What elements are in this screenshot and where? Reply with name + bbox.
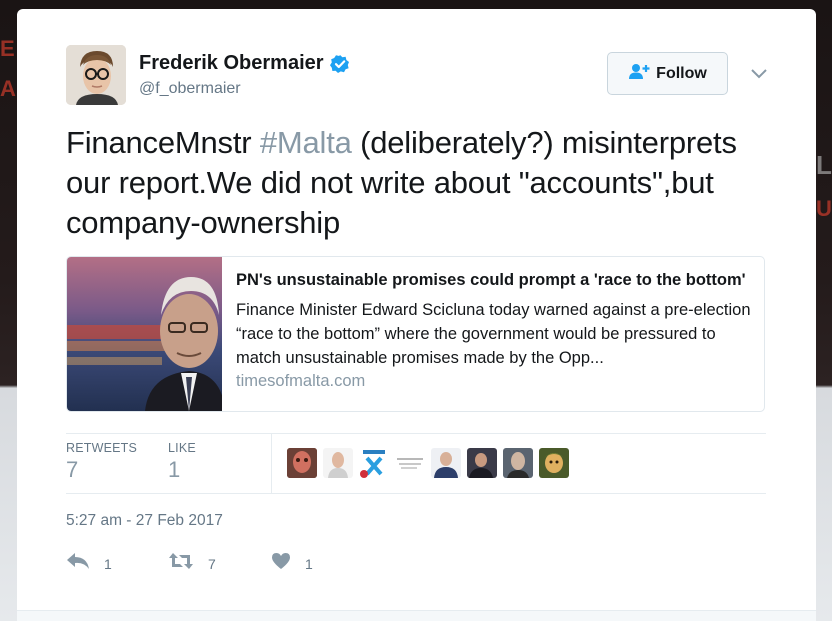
stats-divider-bottom [66, 493, 766, 494]
retweets-stat[interactable]: RETWEETS 7 [66, 441, 137, 483]
retweet-button[interactable]: 7 [168, 552, 216, 575]
link-preview-image [67, 257, 222, 411]
link-preview-description: Finance Minister Edward Scicluna today w… [236, 301, 751, 367]
likes-stat[interactable]: LIKE 1 [168, 441, 196, 483]
liker-avatar[interactable] [539, 448, 569, 478]
heart-icon [271, 552, 291, 575]
retweets-value: 7 [66, 457, 79, 482]
liker-avatar[interactable] [467, 448, 497, 478]
author-display-name[interactable]: Frederik Obermaier [139, 52, 324, 75]
liker-avatar[interactable] [359, 448, 389, 478]
follow-label: Follow [656, 64, 707, 82]
link-preview-card[interactable]: PN's unsustainable promises could prompt… [66, 256, 765, 412]
tweet-text-start: FinanceMnstr [66, 125, 260, 160]
tweet-card: Frederik Obermaier @f_obermaier Follow F… [17, 9, 816, 621]
background-letters-light: L [816, 150, 832, 180]
background-letters-red: U [816, 196, 832, 221]
tweet-text: FinanceMnstr #Malta (deliberately?) misi… [66, 123, 786, 243]
author-handle[interactable]: @f_obermaier [139, 80, 241, 98]
background-letters-red: A [0, 76, 16, 101]
add-user-icon [628, 63, 650, 84]
retweet-count: 7 [208, 555, 216, 572]
reply-count: 1 [104, 555, 112, 572]
reply-button[interactable]: 1 [66, 552, 112, 575]
likes-label: LIKE [168, 441, 196, 455]
stats-vertical-divider [271, 434, 272, 493]
stats-divider-top [66, 433, 766, 434]
link-preview-domain: timesofmalta.com [236, 372, 366, 390]
chevron-down-icon[interactable] [750, 67, 768, 81]
link-preview-title: PN's unsustainable promises could prompt… [236, 271, 746, 289]
hashtag-link[interactable]: #Malta [260, 125, 352, 160]
tweet-timestamp[interactable]: 5:27 am - 27 Feb 2017 [66, 512, 223, 530]
background-letters-red: E [0, 36, 15, 61]
retweets-label: RETWEETS [66, 441, 138, 455]
retweet-icon [168, 552, 194, 575]
verified-badge-icon [329, 54, 350, 74]
reply-icon [66, 552, 90, 575]
like-button[interactable]: 1 [271, 552, 313, 575]
liker-avatar[interactable] [287, 448, 317, 478]
follow-button[interactable]: Follow [607, 52, 728, 95]
liker-avatar[interactable] [431, 448, 461, 478]
like-count: 1 [305, 555, 313, 572]
author-avatar[interactable] [66, 45, 126, 105]
liker-avatar[interactable] [323, 448, 353, 478]
likes-value: 1 [168, 457, 181, 482]
liker-avatar[interactable] [395, 448, 425, 478]
card-footer-strip [17, 610, 816, 621]
author-name-row[interactable]: Frederik Obermaier [139, 52, 350, 75]
liker-avatar[interactable] [503, 448, 533, 478]
